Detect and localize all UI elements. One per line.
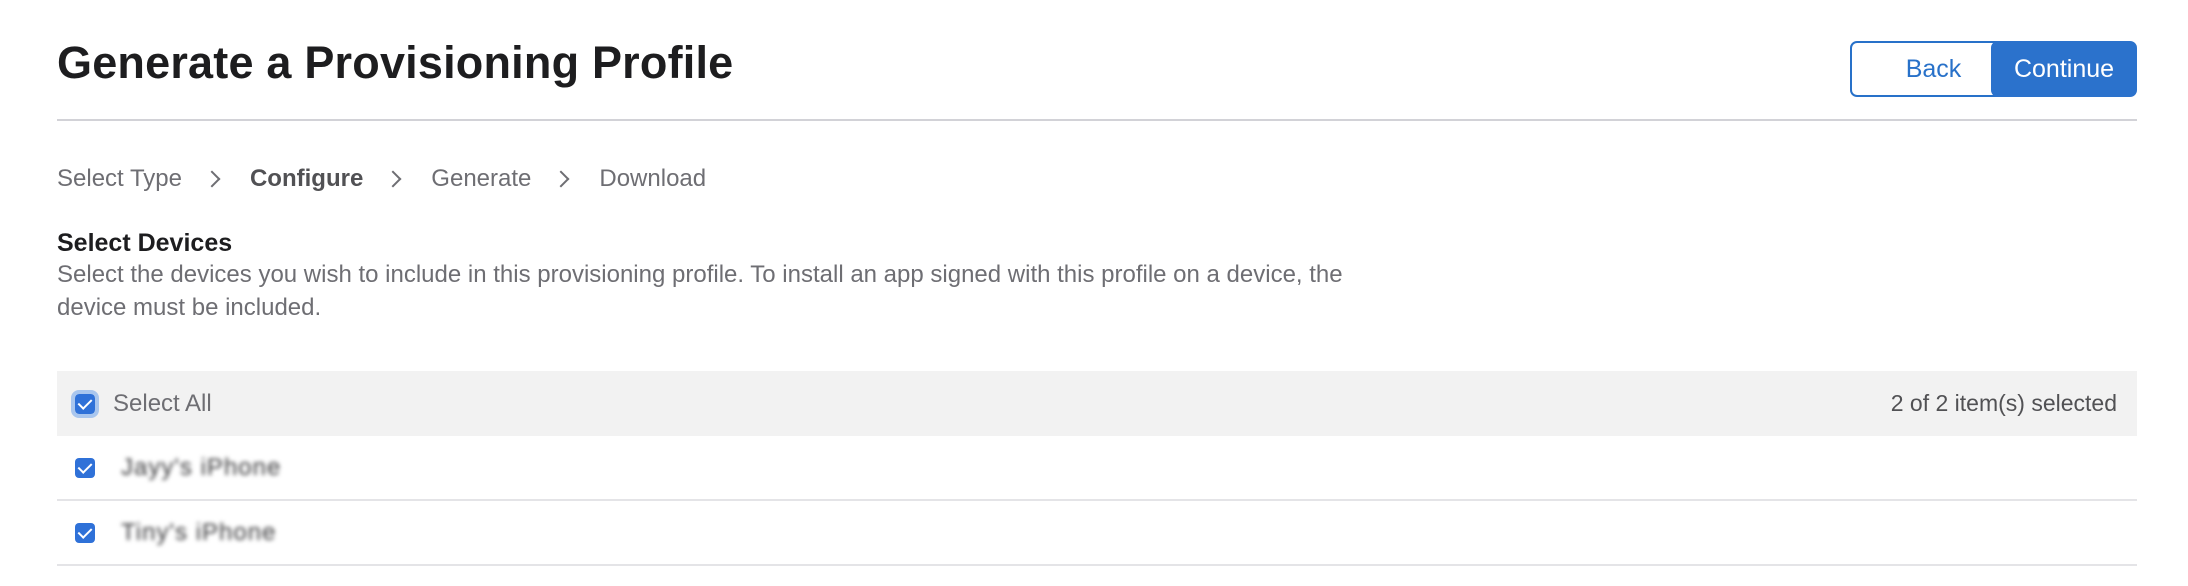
selection-count: 2 of 2 item(s) selected — [1890, 390, 2117, 416]
step-select-type: Select Type — [57, 165, 182, 192]
checkmark-icon — [77, 394, 93, 410]
device-name: Tiny's iPhone — [121, 518, 277, 546]
header-divider — [57, 119, 2137, 121]
chevron-right-icon — [203, 170, 221, 188]
device-checkbox[interactable] — [75, 457, 95, 478]
step-configure: Configure — [249, 165, 364, 192]
device-name: Jayy's iPhone — [121, 453, 282, 481]
section-title: Select Devices — [57, 229, 233, 257]
device-checkbox[interactable] — [75, 522, 95, 543]
device-table: Select All 2 of 2 item(s) selected Jayy'… — [57, 371, 2137, 566]
continue-button[interactable]: Continue — [1991, 41, 2137, 97]
chevron-right-icon — [384, 170, 402, 188]
step-breadcrumb: Select Type Configure Generate Download — [57, 162, 706, 196]
device-table-header: Select All 2 of 2 item(s) selected — [57, 371, 2137, 436]
step-download: Download — [599, 165, 707, 192]
section-description: Select the devices you wish to include i… — [57, 261, 1343, 321]
table-row: Tiny's iPhone — [57, 501, 2137, 566]
select-all-checkbox[interactable] — [71, 389, 99, 418]
page-title: Generate a Provisioning Profile — [57, 37, 734, 88]
step-generate: Generate — [431, 165, 532, 192]
select-all-label: Select All — [113, 389, 212, 417]
chevron-right-icon — [552, 170, 570, 188]
table-row: Jayy's iPhone — [57, 436, 2137, 501]
page: Generate a Provisioning Profile Back Con… — [0, 0, 2188, 586]
checkmark-icon — [77, 523, 93, 539]
checkmark-icon — [77, 458, 93, 474]
